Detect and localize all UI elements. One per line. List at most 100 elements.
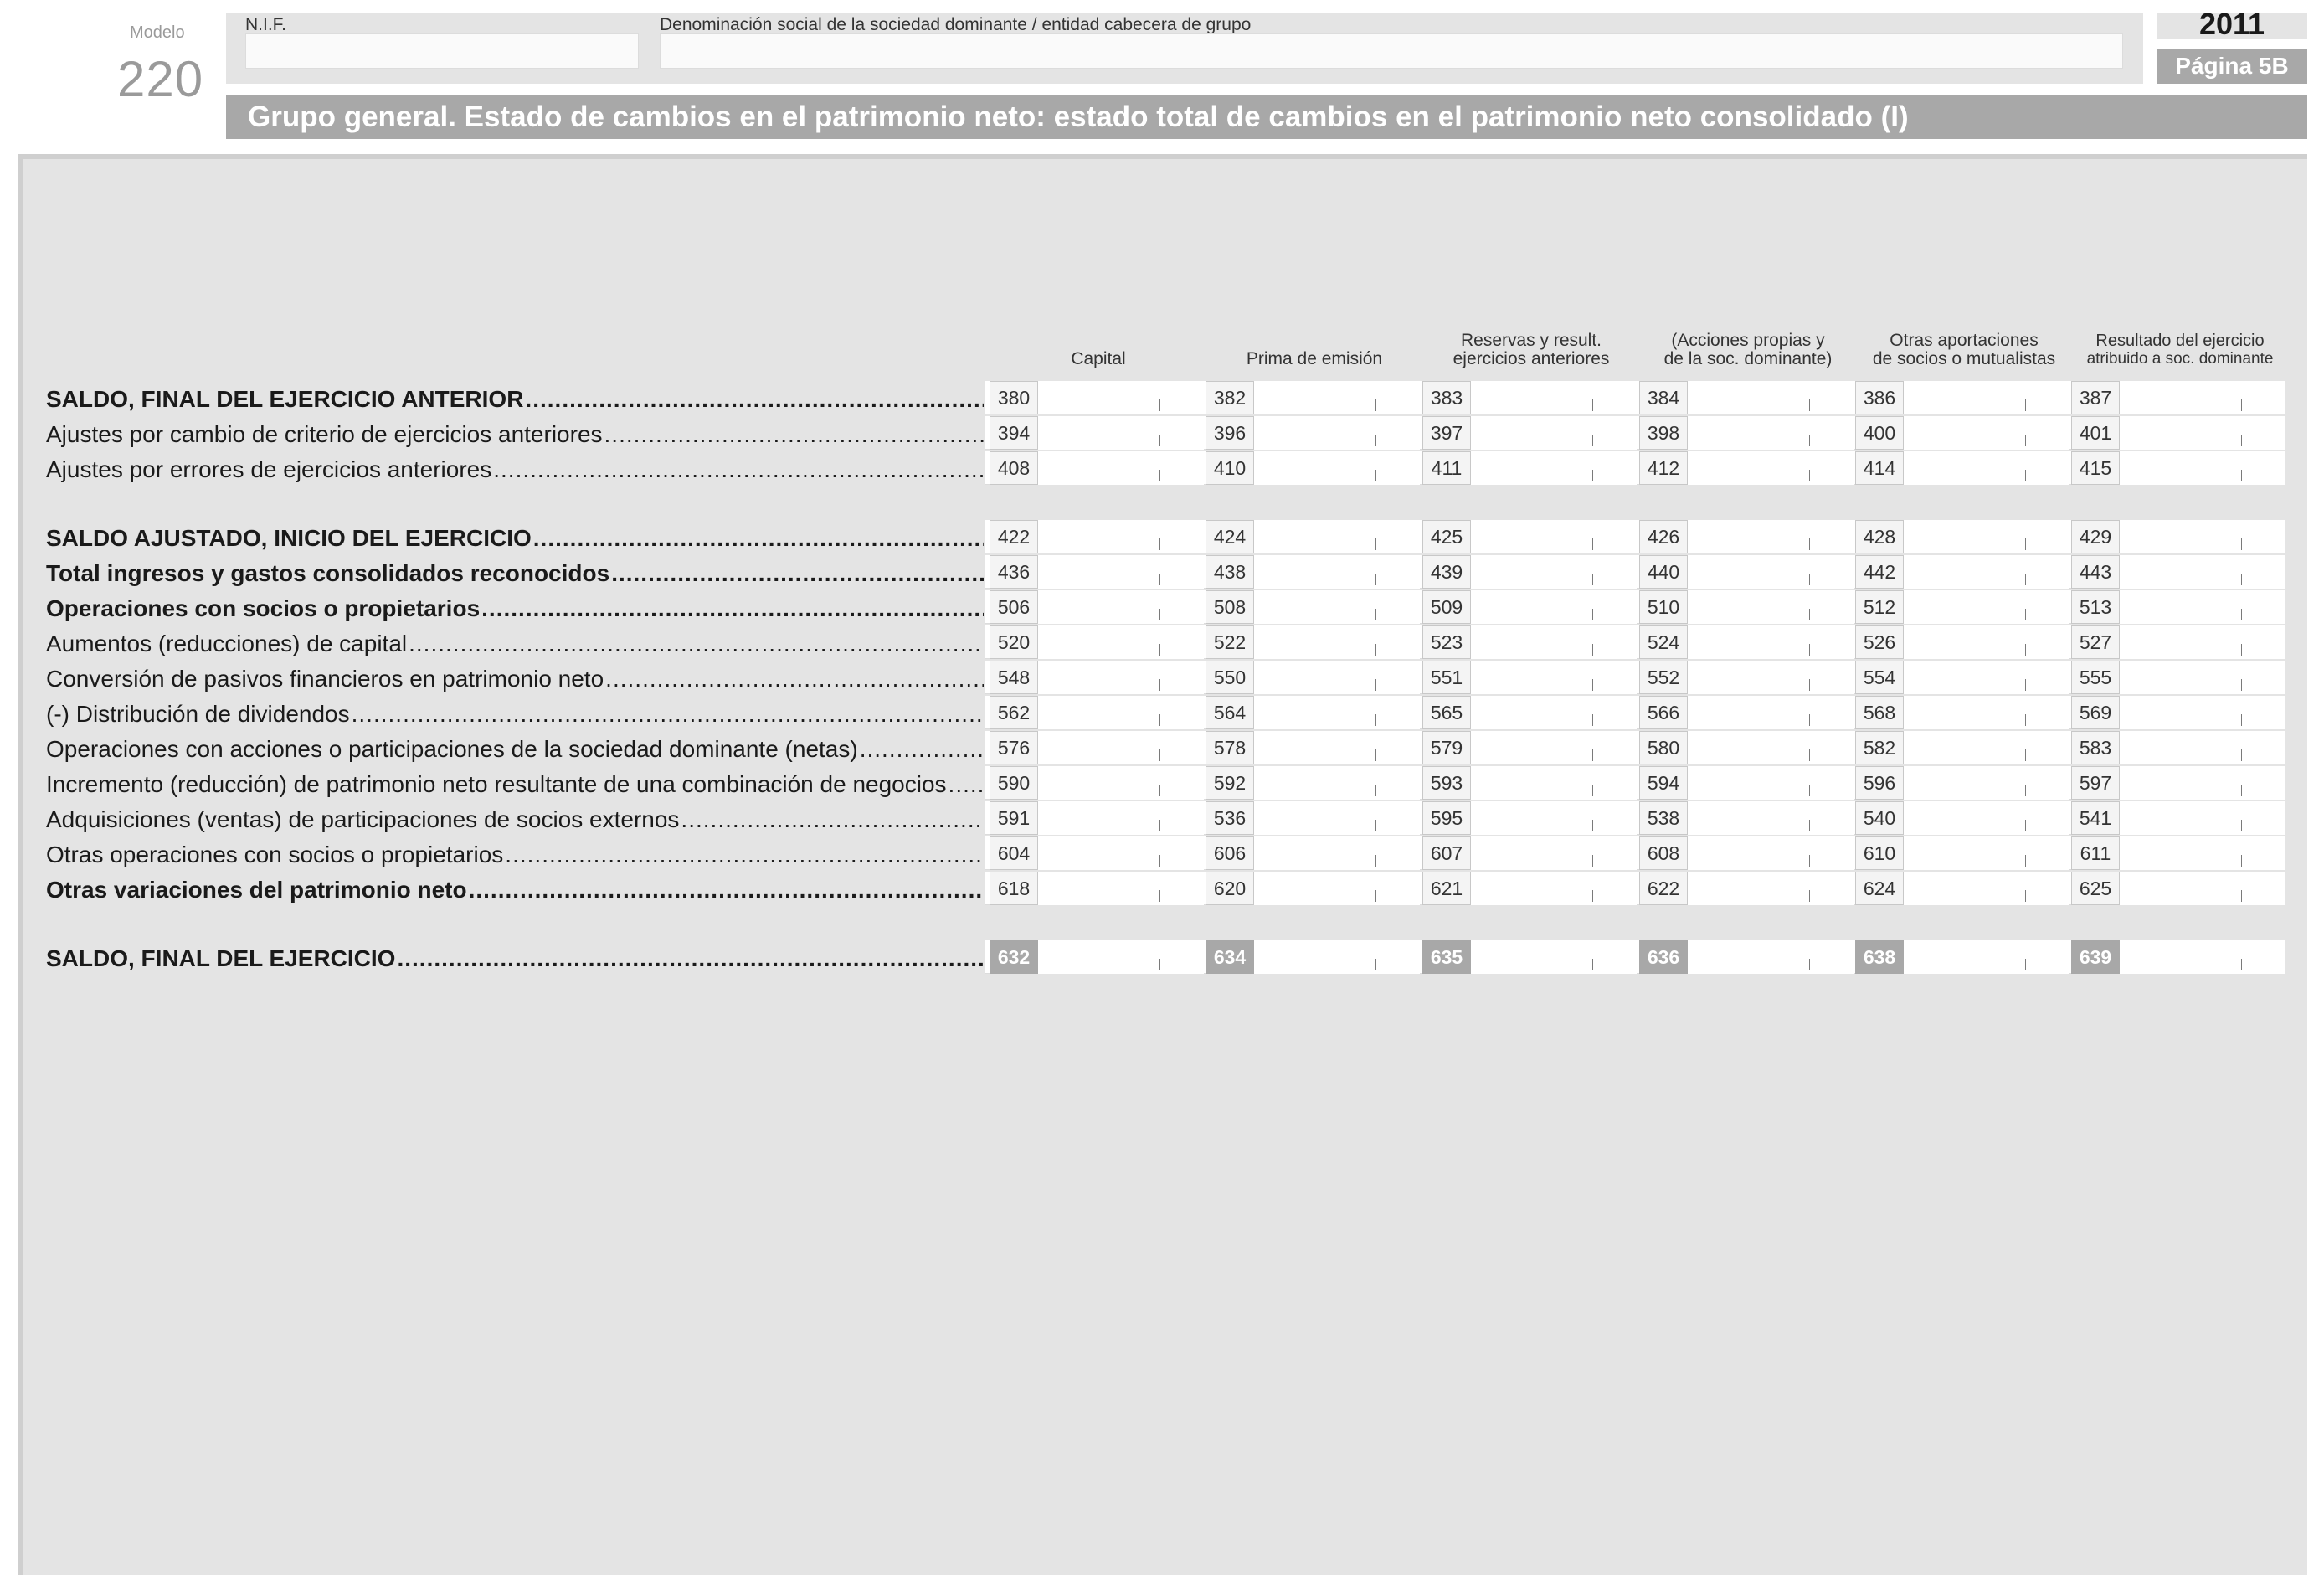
- amount-field[interactable]: [1688, 872, 1854, 905]
- amount-field[interactable]: [1471, 801, 1637, 835]
- amount-field[interactable]: [2120, 381, 2285, 414]
- amount-field[interactable]: [1688, 661, 1854, 694]
- amount-field[interactable]: [1688, 590, 1854, 624]
- amount-field[interactable]: [1254, 766, 1420, 800]
- amount-field[interactable]: [2120, 836, 2285, 870]
- amount-field[interactable]: [1471, 451, 1637, 485]
- amount-field[interactable]: [1254, 590, 1420, 624]
- amount-field[interactable]: [1038, 451, 1204, 485]
- amount-field[interactable]: [1471, 590, 1637, 624]
- amount-field[interactable]: [1904, 766, 2069, 800]
- amount-field[interactable]: [2120, 731, 2285, 764]
- field-code-box: 508: [1206, 590, 1254, 624]
- nif-field[interactable]: [245, 33, 639, 69]
- amount-field[interactable]: [1904, 381, 2069, 414]
- amount-field[interactable]: [1038, 940, 1204, 974]
- field-code-box: 510: [1639, 590, 1688, 624]
- amount-field[interactable]: [2120, 696, 2285, 729]
- amount-field[interactable]: [1904, 590, 2069, 624]
- amount-field[interactable]: [1904, 836, 2069, 870]
- amount-field[interactable]: [1254, 451, 1420, 485]
- amount-field[interactable]: [1688, 451, 1854, 485]
- field-code-box: 635: [1422, 940, 1471, 974]
- amount-field[interactable]: [1038, 555, 1204, 589]
- amount-field[interactable]: [1688, 801, 1854, 835]
- amount-field[interactable]: [1471, 696, 1637, 729]
- amount-field[interactable]: [1688, 731, 1854, 764]
- column-header-line1: Reservas y result.: [1460, 331, 1602, 350]
- amount-field[interactable]: [1254, 731, 1420, 764]
- amount-field[interactable]: [1038, 731, 1204, 764]
- amount-field[interactable]: [1038, 520, 1204, 553]
- amount-field[interactable]: [1038, 661, 1204, 694]
- amount-field[interactable]: [1254, 801, 1420, 835]
- amount-field[interactable]: [1038, 696, 1204, 729]
- amount-field[interactable]: [2120, 555, 2285, 589]
- amount-field[interactable]: [1471, 872, 1637, 905]
- amount-field[interactable]: [1688, 625, 1854, 659]
- amount-field[interactable]: [2120, 451, 2285, 485]
- amount-field[interactable]: [1038, 416, 1204, 450]
- amount-field[interactable]: [1904, 416, 2069, 450]
- amount-field[interactable]: [2120, 801, 2285, 835]
- amount-field[interactable]: [1471, 555, 1637, 589]
- amount-field[interactable]: [1471, 416, 1637, 450]
- amount-field[interactable]: [1688, 696, 1854, 729]
- amount-field[interactable]: [2120, 766, 2285, 800]
- amount-field[interactable]: [1471, 731, 1637, 764]
- amount-field[interactable]: [1254, 625, 1420, 659]
- amount-field[interactable]: [1688, 381, 1854, 414]
- denominacion-field[interactable]: [660, 33, 2123, 69]
- amount-field[interactable]: [1254, 696, 1420, 729]
- amount-field[interactable]: [1254, 416, 1420, 450]
- amount-field[interactable]: [1904, 451, 2069, 485]
- amount-field[interactable]: [2120, 625, 2285, 659]
- amount-field[interactable]: [1254, 836, 1420, 870]
- amount-field[interactable]: [2120, 590, 2285, 624]
- amount-field[interactable]: [1254, 555, 1420, 589]
- amount-field[interactable]: [1688, 416, 1854, 450]
- amount-field[interactable]: [1038, 381, 1204, 414]
- amount-field[interactable]: [1254, 872, 1420, 905]
- amount-field[interactable]: [2120, 872, 2285, 905]
- amount-field[interactable]: [1038, 836, 1204, 870]
- field-code-box: 410: [1206, 451, 1254, 485]
- amount-field[interactable]: [1254, 940, 1420, 974]
- amount-field[interactable]: [1904, 555, 2069, 589]
- amount-field[interactable]: [1038, 872, 1204, 905]
- amount-field[interactable]: [1471, 520, 1637, 553]
- amount-field[interactable]: [1254, 381, 1420, 414]
- amount-field[interactable]: [1904, 661, 2069, 694]
- field-code-box: 593: [1422, 766, 1471, 800]
- field-code-box: 583: [2071, 731, 2120, 764]
- amount-field[interactable]: [1038, 766, 1204, 800]
- amount-field[interactable]: [1904, 520, 2069, 553]
- row-label-text: Adquisiciones (ventas) de participacione…: [46, 806, 680, 832]
- amount-field[interactable]: [2120, 661, 2285, 694]
- amount-field[interactable]: [1904, 625, 2069, 659]
- amount-field[interactable]: [1038, 801, 1204, 835]
- amount-field[interactable]: [1904, 696, 2069, 729]
- amount-field[interactable]: [1688, 555, 1854, 589]
- amount-field[interactable]: [1471, 625, 1637, 659]
- amount-field[interactable]: [1688, 766, 1854, 800]
- amount-field[interactable]: [1688, 940, 1854, 974]
- amount-field[interactable]: [1904, 940, 2069, 974]
- amount-field[interactable]: [2120, 416, 2285, 450]
- amount-field[interactable]: [1471, 661, 1637, 694]
- amount-field[interactable]: [2120, 940, 2285, 974]
- amount-field[interactable]: [1471, 836, 1637, 870]
- amount-field[interactable]: [1904, 872, 2069, 905]
- amount-field[interactable]: [1904, 801, 2069, 835]
- amount-field[interactable]: [1254, 520, 1420, 553]
- amount-field[interactable]: [1904, 731, 2069, 764]
- amount-field[interactable]: [1688, 520, 1854, 553]
- amount-field[interactable]: [1038, 625, 1204, 659]
- amount-field[interactable]: [1471, 940, 1637, 974]
- amount-field[interactable]: [1471, 381, 1637, 414]
- amount-field[interactable]: [1471, 766, 1637, 800]
- amount-field[interactable]: [2120, 520, 2285, 553]
- amount-field[interactable]: [1688, 836, 1854, 870]
- amount-field[interactable]: [1038, 590, 1204, 624]
- amount-field[interactable]: [1254, 661, 1420, 694]
